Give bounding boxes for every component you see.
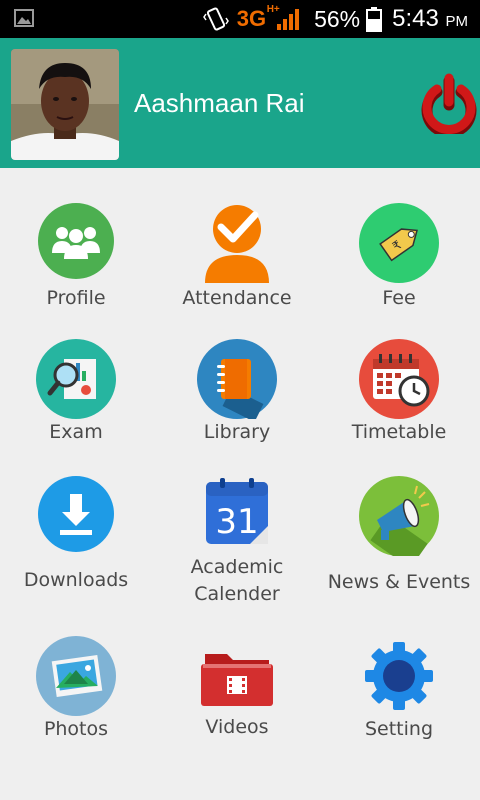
gear-icon	[365, 642, 433, 710]
menu-label: Photos	[43, 718, 109, 740]
notebook-icon	[197, 339, 277, 419]
group-icon	[38, 203, 114, 279]
gallery-notification-icon	[14, 9, 34, 27]
menu-item-timetable[interactable]: Timetable	[319, 339, 479, 446]
svg-text:31: 31	[215, 502, 258, 542]
battery-percent: 56%	[314, 5, 361, 32]
avatar-photo	[11, 49, 119, 160]
video-folder-icon	[201, 654, 273, 706]
menu-item-setting[interactable]: Setting	[319, 636, 479, 743]
menu-label: Videos	[205, 716, 269, 738]
menu-label: Library	[203, 421, 271, 443]
menu-item-photos[interactable]: Photos	[0, 636, 156, 743]
network-type: 3G H+	[236, 4, 280, 31]
battery-icon	[366, 7, 383, 32]
menu-label: Timetable	[351, 421, 447, 443]
checkmark-person-icon	[205, 205, 269, 283]
menu-label: Fee	[382, 287, 416, 309]
menu-item-videos[interactable]: Videos	[157, 636, 317, 741]
menu-item-attendance[interactable]: Attendance	[157, 203, 317, 312]
menu-label: Profile	[46, 287, 106, 309]
menu-label: Attendance	[182, 287, 292, 309]
menu-label: Exam	[49, 421, 103, 443]
menu-label: Academic Calender	[190, 556, 284, 605]
menu-item-downloads[interactable]: Downloads	[0, 476, 156, 594]
menu-item-exam[interactable]: Exam	[0, 339, 156, 446]
menu-item-news-events[interactable]: News & Events	[319, 476, 479, 596]
user-name: Aashmaan Rai	[134, 88, 305, 118]
menu-item-library[interactable]: Library	[157, 339, 317, 446]
menu-item-academic-calender[interactable]: 31 Academic Calender	[157, 476, 317, 608]
vibrate-icon	[202, 7, 229, 31]
menu-label: Downloads	[23, 569, 129, 591]
clock: 5:43 PM	[392, 5, 468, 32]
status-bar: 3G H+ 56% 5:43 PM	[0, 0, 480, 38]
avatar[interactable]	[11, 49, 119, 160]
menu-label: News & Events	[327, 571, 471, 593]
download-icon	[38, 476, 114, 552]
photos-icon	[36, 636, 116, 716]
magnifier-report-icon	[36, 339, 116, 419]
megaphone-icon	[359, 476, 439, 556]
menu-item-fee[interactable]: ₹ Fee	[319, 203, 479, 312]
menu-label: Setting	[364, 718, 434, 740]
calendar-clock-icon	[359, 339, 439, 419]
price-tag-icon: ₹	[359, 203, 439, 283]
calendar-31-icon: 31	[206, 478, 268, 544]
menu-item-profile[interactable]: Profile	[0, 203, 156, 312]
power-icon[interactable]	[418, 72, 480, 134]
